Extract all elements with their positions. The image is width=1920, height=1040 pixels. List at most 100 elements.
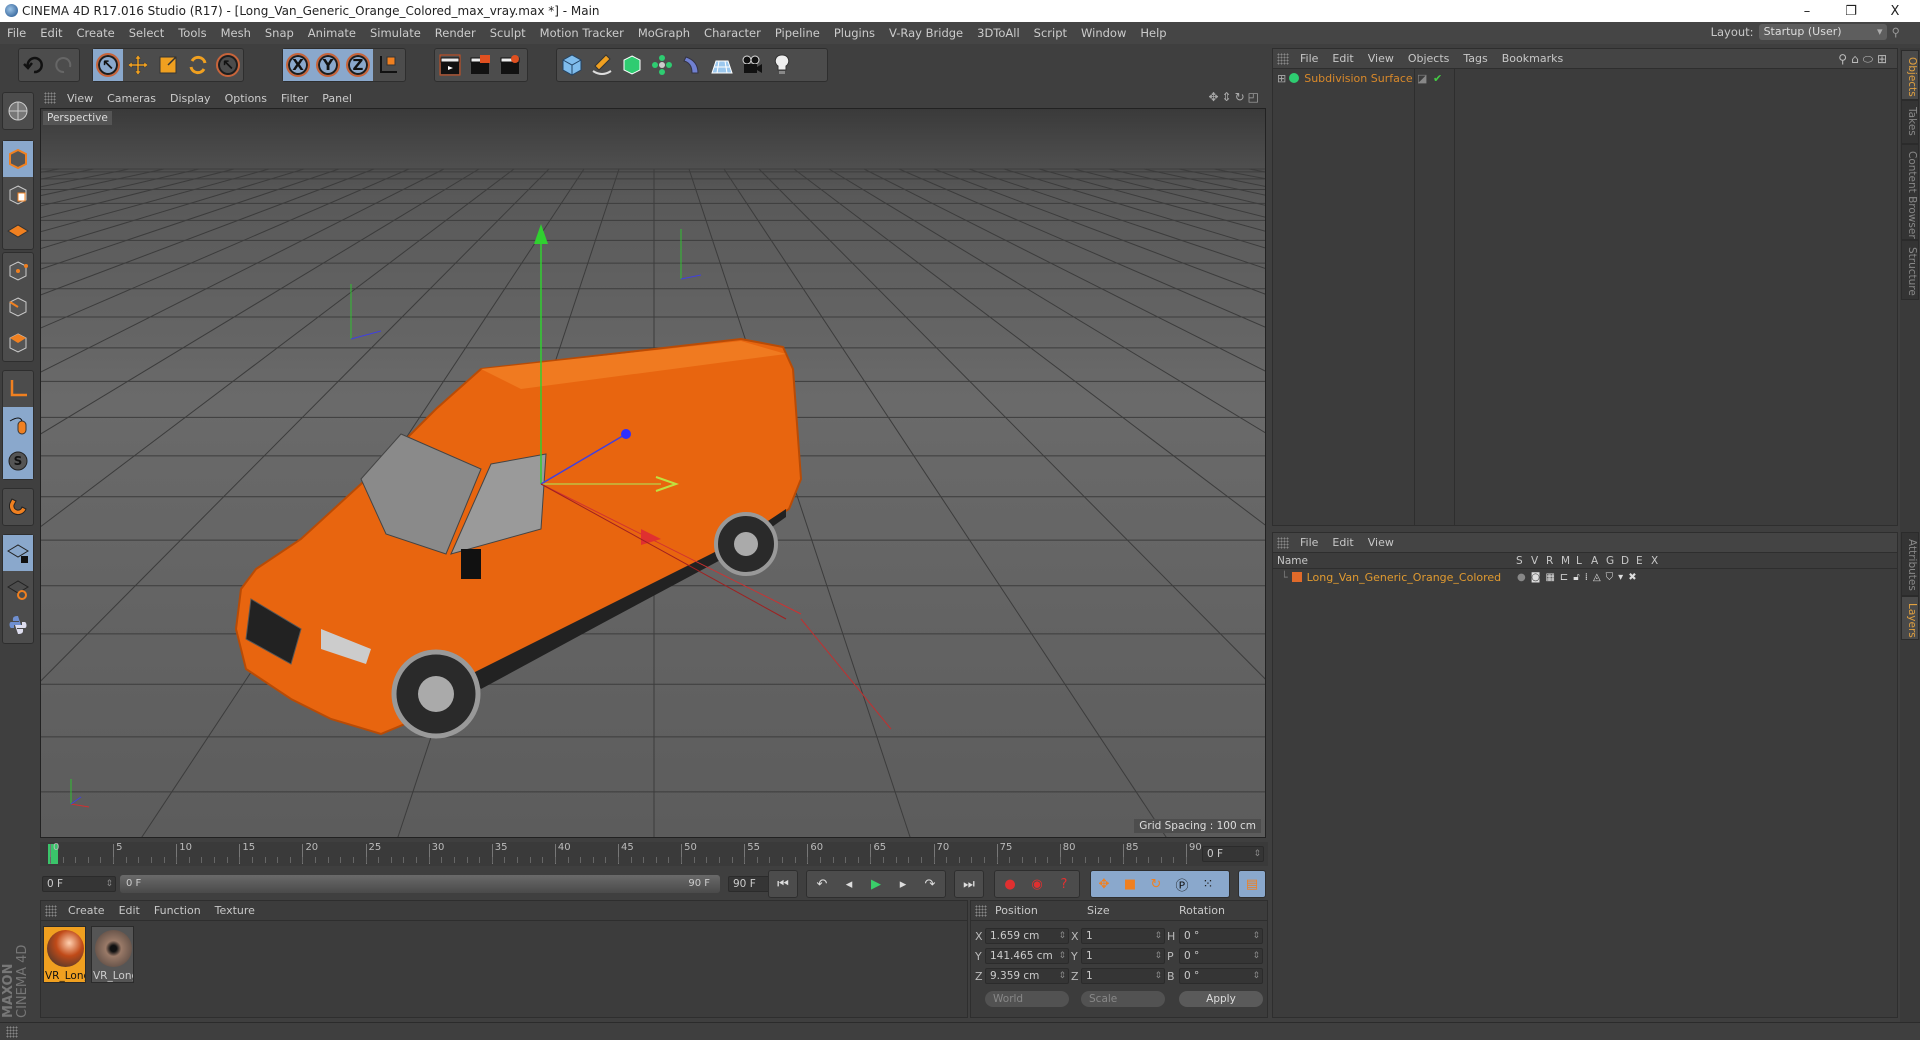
viewport-menu-options[interactable]: Options — [218, 92, 274, 105]
light-button[interactable] — [767, 49, 797, 81]
panel-grip[interactable] — [975, 904, 987, 917]
polygons-mode-button[interactable] — [3, 325, 33, 361]
snap-button[interactable] — [3, 489, 33, 525]
scale-tool-button[interactable] — [153, 49, 183, 81]
tab-objects[interactable]: Objects — [1901, 50, 1919, 100]
deformer-button[interactable] — [677, 49, 707, 81]
object-menu-objects[interactable]: Objects — [1401, 52, 1457, 65]
rotation-p-field[interactable]: 0 ° — [1179, 948, 1263, 964]
camera-button[interactable] — [737, 49, 767, 81]
record-scale-button[interactable]: ■ — [1118, 872, 1142, 896]
size-mode-dropdown[interactable]: Scale — [1081, 991, 1165, 1007]
previous-frame-button[interactable]: ◂ — [837, 872, 861, 896]
search-icon[interactable]: ⚲ — [1892, 25, 1900, 39]
layer-column-e[interactable]: E — [1636, 555, 1643, 567]
frame-range-slider[interactable]: 0 F 90 F — [120, 875, 720, 893]
render-view-button[interactable] — [435, 49, 465, 81]
enabled-check-icon[interactable]: ✔ — [1433, 72, 1442, 85]
layer-column-v[interactable]: V — [1531, 555, 1538, 567]
record-point-level-button[interactable]: ⁙ — [1196, 872, 1220, 896]
viewport-menu-cameras[interactable]: Cameras — [100, 92, 163, 105]
object-menu-edit[interactable]: Edit — [1325, 52, 1360, 65]
redo-button[interactable] — [49, 49, 79, 81]
layer-column-r[interactable]: R — [1546, 555, 1553, 567]
coordinate-mode-dropdown[interactable]: World — [985, 991, 1069, 1007]
record-rotation-button[interactable]: ↻ — [1144, 872, 1168, 896]
manager-icon[interactable]: ⊏ — [1560, 572, 1573, 583]
layer-column-x[interactable]: X — [1651, 555, 1658, 567]
menu-simulate[interactable]: Simulate — [363, 26, 428, 40]
menu-mesh[interactable]: Mesh — [214, 26, 258, 40]
menu-create[interactable]: Create — [70, 26, 122, 40]
position-z-field[interactable]: 9.359 cm — [985, 968, 1069, 984]
solo-button[interactable]: S — [3, 443, 33, 479]
expand-icon[interactable]: ⊞ — [1277, 72, 1286, 85]
position-y-field[interactable]: 141.465 cm — [985, 948, 1069, 964]
layer-column-d[interactable]: D — [1621, 555, 1629, 567]
layer-column-a[interactable]: A — [1591, 555, 1598, 567]
layout-dropdown[interactable]: Startup (User) — [1758, 24, 1887, 40]
keyframe-selection-button[interactable]: ? — [1052, 872, 1076, 896]
material-swatch[interactable]: VR_Long — [43, 926, 86, 983]
layer-column-l[interactable]: L — [1576, 555, 1582, 567]
menu-motion-tracker[interactable]: Motion Tracker — [533, 26, 631, 40]
edges-mode-button[interactable] — [3, 289, 33, 325]
xref-icon[interactable]: ✖ — [1628, 572, 1641, 583]
size-x-field[interactable]: 1 — [1081, 928, 1165, 944]
camera-label[interactable]: Perspective — [43, 111, 112, 125]
expressions-icon[interactable]: ▾ — [1618, 572, 1628, 583]
solo-dot-icon[interactable]: ● — [1517, 572, 1531, 583]
dolly-view-icon[interactable]: ⇕ — [1222, 90, 1235, 104]
tab-content-browser[interactable]: Content Browser — [1901, 144, 1919, 240]
view-eye-icon[interactable]: ◙ — [1531, 572, 1546, 583]
texture-mode-button[interactable] — [3, 177, 33, 213]
tab-attributes[interactable]: Attributes — [1901, 532, 1919, 596]
panel-grip[interactable] — [1277, 52, 1289, 65]
live-selection-button[interactable]: ↖ — [93, 49, 123, 81]
start-frame-field[interactable]: 0 F — [42, 876, 116, 892]
layer-menu-edit[interactable]: Edit — [1325, 536, 1360, 549]
material-menu-texture[interactable]: Texture — [208, 904, 262, 917]
move-tool-button[interactable] — [123, 49, 153, 81]
object-row[interactable]: ⊞ Subdivision Surface ◪ ✔ — [1273, 69, 1897, 87]
visibility-toggle-icon[interactable]: ◪ — [1417, 72, 1427, 85]
lock-icon[interactable]: 🔓︎ — [1573, 572, 1584, 583]
panel-grip[interactable] — [1277, 536, 1289, 549]
lock-workplane-button[interactable] — [3, 535, 33, 571]
record-active-objects-button[interactable]: ● — [998, 872, 1022, 896]
record-position-button[interactable]: ✥ — [1092, 872, 1116, 896]
make-editable-button[interactable] — [3, 93, 33, 129]
menu-sculpt[interactable]: Sculpt — [483, 26, 533, 40]
material-swatch[interactable]: VR_Long — [91, 926, 134, 983]
object-menu-file[interactable]: File — [1293, 52, 1325, 65]
rotate-tool-button[interactable] — [183, 49, 213, 81]
tab-structure[interactable]: Structure — [1901, 240, 1919, 300]
layer-menu-file[interactable]: File — [1293, 536, 1325, 549]
object-name[interactable]: Subdivision Surface — [1304, 72, 1412, 85]
y-axis-lock-button[interactable]: Y — [313, 49, 343, 81]
material-menu-function[interactable]: Function — [147, 904, 208, 917]
layer-menu-view[interactable]: View — [1361, 536, 1401, 549]
go-to-previous-key-button[interactable]: ↶ — [810, 872, 834, 896]
search-icon[interactable]: ⚲ — [1838, 52, 1851, 66]
menu-mograph[interactable]: MoGraph — [631, 26, 697, 40]
menu-render[interactable]: Render — [428, 26, 483, 40]
model-mode-button[interactable] — [3, 141, 33, 177]
restore-button[interactable]: ❐ — [1828, 0, 1874, 22]
menu-select[interactable]: Select — [122, 26, 171, 40]
recent-tool-button[interactable]: ↖ — [213, 49, 243, 81]
render-clapper-icon[interactable]: ▦ — [1545, 572, 1559, 583]
viewport-menu-view[interactable]: View — [60, 92, 100, 105]
tweak-mode-button[interactable] — [3, 407, 33, 443]
pan-view-icon[interactable]: ✥ — [1208, 90, 1221, 104]
rotation-h-field[interactable]: 0 ° — [1179, 928, 1263, 944]
viewport-menu-panel[interactable]: Panel — [315, 92, 359, 105]
menu-script[interactable]: Script — [1027, 26, 1074, 40]
tab-layers[interactable]: Layers — [1901, 596, 1919, 640]
layer-column-m[interactable]: M — [1561, 555, 1570, 567]
menu-pipeline[interactable]: Pipeline — [768, 26, 827, 40]
pen-spline-button[interactable] — [587, 49, 617, 81]
autokeying-button[interactable]: ◉ — [1025, 872, 1049, 896]
render-to-picture-viewer-button[interactable] — [465, 49, 495, 81]
menu-help[interactable]: Help — [1133, 26, 1173, 40]
